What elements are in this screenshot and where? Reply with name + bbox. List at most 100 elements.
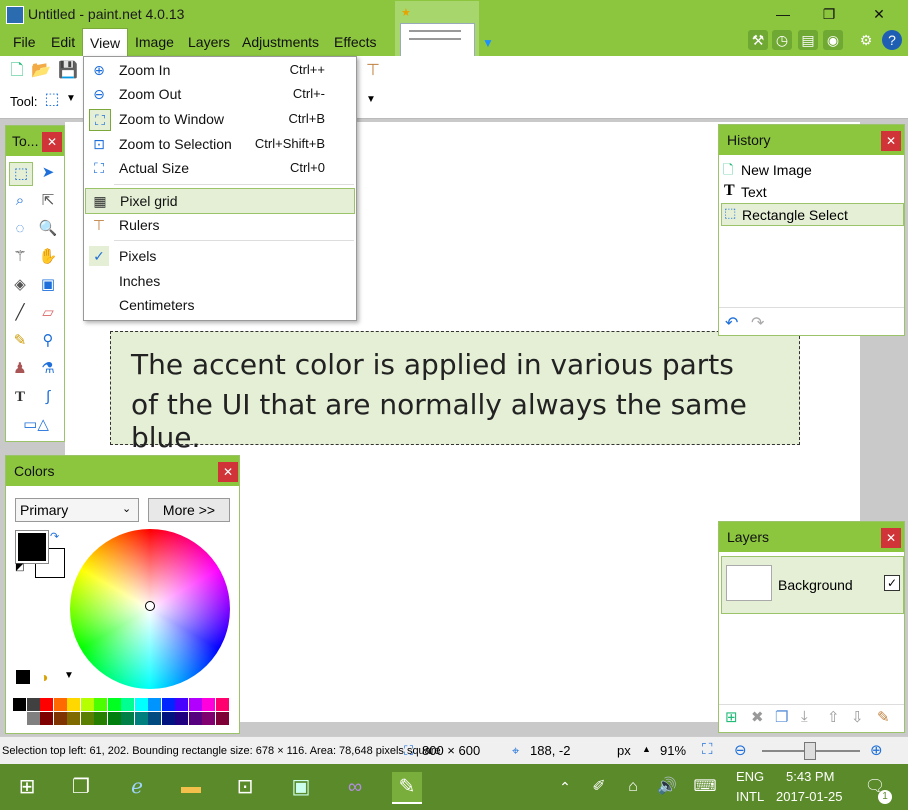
menu-edit[interactable]: Edit [44,28,82,56]
paintnet-app-icon[interactable] [6,6,24,24]
menu-effects[interactable]: Effects [327,28,384,56]
maximize-button[interactable]: ❐ [806,0,852,28]
view-zoom-window-item[interactable]: ⛶ Zoom to Window Ctrl+B [85,107,353,131]
help-icon[interactable]: ? [882,30,902,50]
merge-layer-down-icon[interactable]: ⤓ [801,708,808,725]
zoom-in-icon[interactable]: ⊕ [870,741,883,759]
colors-panel-header[interactable]: Colors ✕ [6,456,239,486]
volume-icon[interactable]: 🔊 [652,772,682,802]
swap-colors-icon[interactable]: ↷ [50,530,59,543]
network-icon[interactable]: ⌂ [618,772,648,802]
palette-swatch[interactable] [202,698,215,711]
history-panel-close-icon[interactable]: ✕ [881,131,901,151]
settings-gear-icon[interactable]: ⚙ [856,30,876,50]
palette-swatch[interactable] [80,712,94,725]
clock-time[interactable]: 5:43 PM [786,769,834,784]
view-zoom-in-item[interactable]: ⊕ Zoom In Ctrl++ [85,58,353,82]
task-view-icon[interactable]: ❐ [66,772,96,802]
paintnet-taskbar-icon[interactable]: ✎ [392,772,422,804]
menu-image[interactable]: Image [128,28,181,56]
palette-swatch[interactable] [121,712,134,725]
palette-swatch[interactable] [107,712,121,725]
palette-swatch[interactable] [80,698,94,711]
zoom-level-text[interactable]: 91% [660,743,686,758]
palette-swatch[interactable] [175,712,188,725]
palette-swatch[interactable] [161,712,175,725]
recolor-tool-icon[interactable]: ⚗ [37,358,59,380]
shapes-tool-icon[interactable]: ▭△ [16,414,56,436]
palette-swatch[interactable] [13,712,26,725]
tools-panel-header[interactable]: To... ✕ [6,126,64,156]
palette-swatch[interactable] [148,712,161,725]
colors-panel-close-icon[interactable]: ✕ [218,462,238,482]
close-button[interactable]: ✕ [856,0,902,28]
color-picker-tool-icon[interactable]: ⚲ [37,330,59,352]
gradient-tool-icon[interactable]: ▣ [37,274,59,296]
clone-stamp-tool-icon[interactable]: ♟ [9,358,31,380]
palette-swatch[interactable] [53,698,67,711]
lasso-select-tool-icon[interactable]: ⌕ [9,190,31,212]
open-file-icon[interactable]: 📂 [31,62,51,80]
store-icon[interactable]: ⊡ [230,772,260,802]
reset-colors-icon[interactable]: ◩ [15,562,24,573]
edge-browser-icon[interactable]: ℯ [122,772,152,802]
palette-swatch[interactable] [188,712,202,725]
palette-swatch[interactable] [94,712,107,725]
text-tool-icon[interactable]: T [9,386,31,408]
view-inches-item[interactable]: Inches [85,269,353,293]
history-item-new-image[interactable]: 🗋 New Image [721,159,902,180]
rulers-toolbar-icon[interactable]: ⊤ [364,62,382,80]
palette-swatch[interactable] [188,698,202,711]
redo-icon[interactable]: ↷ [751,313,764,333]
layer-properties-icon[interactable]: ✎ [877,708,890,726]
view-zoom-out-item[interactable]: ⊖ Zoom Out Ctrl+- [85,82,353,106]
magic-wand-tool-icon[interactable]: ⚚ [9,246,31,268]
color-mode-select[interactable]: Primary ⌄ [15,498,139,522]
layers-window-icon[interactable]: ▤ [798,30,818,50]
visual-studio-icon[interactable]: ∞ [340,772,370,802]
palette-swatch[interactable] [26,698,40,711]
palette-swatch[interactable] [175,698,188,711]
delete-layer-icon[interactable]: ✖ [751,708,764,726]
paintbrush-tool-icon[interactable]: ╱ [9,302,31,324]
menu-view[interactable]: View [82,28,129,56]
start-windows-icon[interactable]: ⊞ [12,772,42,802]
palette-swatch[interactable] [40,712,53,725]
tool-dropdown-chevron-icon[interactable]: ▼ [66,93,76,104]
palette-swatch[interactable] [53,712,67,725]
tools-panel-close-icon[interactable]: ✕ [42,132,62,152]
color-palette[interactable] [13,698,229,726]
primary-color-swatch[interactable] [15,530,49,564]
palette-add-color-icon[interactable] [16,670,30,684]
palette-swatch[interactable] [161,698,175,711]
color-wheel-cursor[interactable] [145,601,155,611]
colors-window-icon[interactable]: ◉ [823,30,843,50]
zoom-to-window-icon[interactable]: ⛶ [702,741,713,758]
history-panel-header[interactable]: History ✕ [719,125,904,155]
current-tool-rect-select-icon[interactable]: ⬚ [43,91,61,109]
more-colors-button[interactable]: More >> [148,498,230,522]
touch-keyboard-icon[interactable]: ⌨ [690,772,720,802]
history-item-text[interactable]: T Text [721,181,902,202]
pencil-tool-icon[interactable]: ✎ [9,330,31,352]
layer-visibility-checkbox[interactable]: ✓ [884,575,900,591]
pan-tool-icon[interactable]: ✋ [37,246,59,268]
view-pixels-item[interactable]: ✓ Pixels [85,244,353,268]
tools-window-icon[interactable]: ⚒ [748,30,768,50]
palette-swatch[interactable] [215,712,229,725]
menu-layers[interactable]: Layers [181,28,237,56]
view-rulers-item[interactable]: ⊤ Rulers [85,213,353,237]
line-curve-tool-icon[interactable]: ∫ [37,386,59,408]
view-pixel-grid-item[interactable]: ▦ Pixel grid [85,188,355,214]
layers-panel-close-icon[interactable]: ✕ [881,528,901,548]
palette-swatch[interactable] [134,712,148,725]
paint-bucket-tool-icon[interactable]: ◈ [9,274,31,296]
zoom-slider-thumb[interactable] [804,742,816,760]
image-list-chevron-icon[interactable]: ▼ [482,36,494,50]
palette-swatch[interactable] [148,698,161,711]
palette-swatch[interactable] [107,698,121,711]
keyboard-layout[interactable]: INTL [736,789,764,804]
palette-swatch[interactable] [40,698,53,711]
palette-menu-chevron-icon[interactable]: ▼ [64,670,74,681]
palette-swatch[interactable] [94,698,107,711]
